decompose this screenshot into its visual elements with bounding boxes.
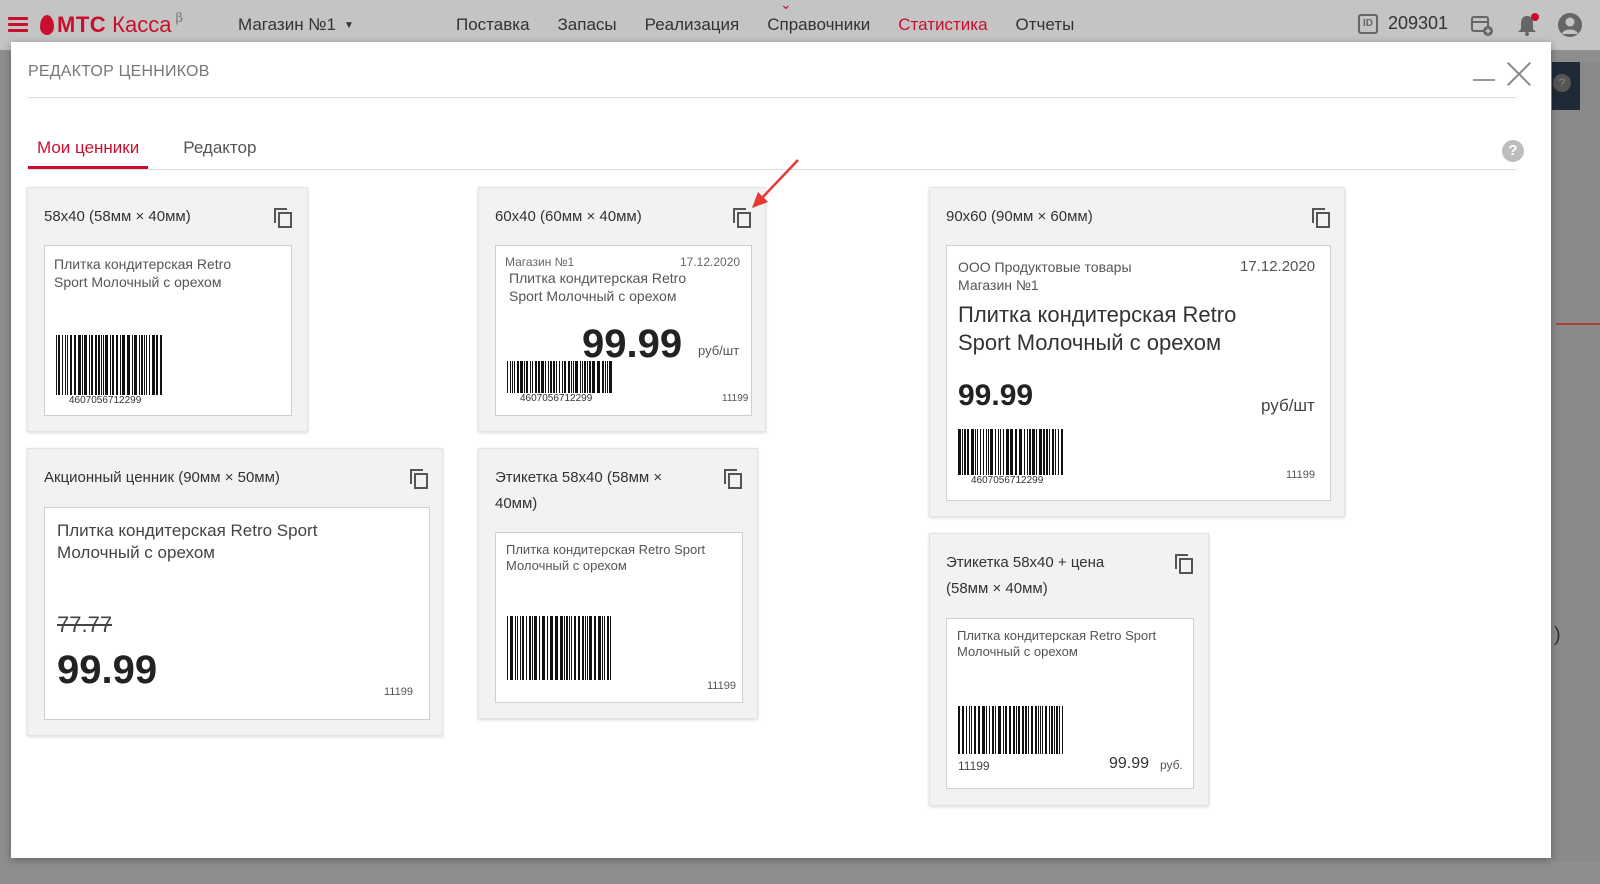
product-name: Плитка кондитерская Retro Sport Молочный … <box>54 256 232 290</box>
nav-item-spravochniki[interactable]: Справочники <box>767 15 870 35</box>
store-name: Магазин №1 <box>505 255 575 269</box>
nav-item-postavka[interactable]: Поставка <box>456 15 530 35</box>
background-fragment: ) <box>1554 624 1561 646</box>
store-selector-label: Магазин №1 <box>238 15 336 34</box>
product-name: Плитка кондитерская Retro Sport Молочный … <box>57 521 318 562</box>
template-card-60x40[interactable]: 60x40 (60мм × 40мм) Магазин №1 17.12.202… <box>478 187 766 432</box>
product-code: 11199 <box>384 686 413 698</box>
product-name: Плитка кондитерская Retro Sport Молочный … <box>509 270 687 304</box>
copy-icon[interactable] <box>724 469 742 489</box>
nav-item-otchety[interactable]: Отчеты <box>1016 15 1075 35</box>
template-card-58x40[interactable]: 58x40 (58мм × 40мм) Плитка кондитерская … <box>27 187 308 432</box>
beta-mark: β <box>175 11 183 26</box>
help-icon[interactable]: ? <box>1502 140 1524 162</box>
product-name: Плитка кондитерская Retro Sport Молочный … <box>957 628 1157 659</box>
price-tag-preview: Плитка кондитерская Retro Sport Молочный … <box>44 507 430 720</box>
account-number: 209301 <box>1388 13 1449 33</box>
background-divider <box>1556 323 1600 325</box>
barcode <box>507 616 611 680</box>
product-code: 11199 <box>707 680 736 692</box>
logo-brand: МТС <box>57 12 107 37</box>
title-divider <box>28 97 1516 98</box>
barcode-number: 4607056712299 <box>69 395 142 406</box>
notification-dot <box>1531 13 1539 21</box>
template-title: 58x40 (58мм × 40мм) <box>44 208 191 225</box>
copy-icon[interactable] <box>1175 554 1193 574</box>
organization-and-store: ООО Продуктовые товары Магазин №1 <box>958 259 1132 293</box>
price-tag-preview: ООО Продуктовые товары Магазин №1 17.12.2… <box>946 245 1331 501</box>
price: 99.99 <box>958 379 1034 412</box>
store-selector[interactable]: Магазин №1 ▼ <box>238 15 354 35</box>
price-tag-preview: Магазин №1 17.12.2020 Плитка кондитерска… <box>495 245 752 416</box>
annotation-arrow <box>752 159 799 208</box>
template-card-90x60[interactable]: 90x60 (90мм × 60мм) ООО Продуктовые това… <box>929 187 1345 517</box>
product-code: 11199 <box>1286 469 1315 481</box>
template-title: Этикетка 58x40 + цена (58мм × 40мм) <box>946 554 1105 597</box>
close-icon[interactable] <box>1505 60 1533 88</box>
logo[interactable]: МТС Касса β <box>40 11 183 38</box>
id-icon: ID <box>1358 13 1378 34</box>
modal-tabs: Мои ценники Редактор <box>28 128 291 169</box>
logo-product: Касса <box>112 12 172 37</box>
background-panel <box>1552 62 1600 862</box>
price: 99.99 <box>57 648 158 692</box>
template-card-label-58x40-price[interactable]: Этикетка 58x40 + цена (58мм × 40мм) Плитк… <box>929 533 1209 806</box>
main-nav: Поставка Запасы Реализация Справочники С… <box>456 15 1102 35</box>
product-name: Плитка кондитерская Retro Sport Молочный … <box>958 302 1237 355</box>
account-id[interactable]: ID 209301 <box>1358 13 1448 34</box>
template-title: Акционный ценник (90мм × 50мм) <box>44 469 280 486</box>
print-date: 17.12.2020 <box>680 255 741 269</box>
template-title: 90x60 (90мм × 60мм) <box>946 208 1093 225</box>
barcode <box>958 429 1063 475</box>
barcode <box>507 361 612 393</box>
barcode-number: 4607056712299 <box>971 475 1044 486</box>
template-title: 60x40 (60мм × 40мм) <box>495 208 642 225</box>
price-unit: руб/шт <box>1261 396 1315 415</box>
nav-item-realizaciya[interactable]: Реализация <box>645 15 740 35</box>
price-tag-preview: Плитка кондитерская Retro Sport Молочный … <box>44 245 292 416</box>
register-add-icon[interactable] <box>1470 13 1494 37</box>
nav-item-statistika[interactable]: Статистика <box>898 15 987 35</box>
template-card-promo-90x50[interactable]: Акционный ценник (90мм × 50мм) Плитка ко… <box>27 448 443 736</box>
minimize-icon[interactable] <box>1473 79 1495 81</box>
chevron-down-icon[interactable]: ⌄ <box>780 0 792 13</box>
mts-egg-icon <box>40 15 54 35</box>
nav-item-zapasy[interactable]: Запасы <box>558 15 617 35</box>
old-price: 77.77 <box>57 612 113 637</box>
copy-icon[interactable] <box>1312 208 1330 228</box>
barcode-number: 4607056712299 <box>520 393 593 404</box>
print-date: 17.12.2020 <box>1240 258 1316 275</box>
product-name: Плитка кондитерская Retro Sport Молочный … <box>506 542 706 573</box>
price-unit: руб/шт <box>698 343 740 358</box>
product-code: 11199 <box>958 759 990 773</box>
copy-icon[interactable] <box>274 208 292 228</box>
modal-title: РЕДАКТОР ЦЕННИКОВ <box>28 63 210 80</box>
price-currency: руб. <box>1160 758 1183 772</box>
copy-icon[interactable] <box>410 469 428 489</box>
bell-icon[interactable] <box>1515 13 1539 37</box>
background-help-icon: ? <box>1553 74 1571 92</box>
price-tag-preview: Плитка кондитерская Retro Sport Молочный … <box>946 618 1194 789</box>
menu-icon[interactable] <box>8 17 28 32</box>
tab-my-price-tags[interactable]: Мои ценники <box>28 128 149 169</box>
user-avatar-icon[interactable] <box>1558 13 1582 37</box>
template-title: Этикетка 58x40 (58мм × 40мм) <box>495 469 663 512</box>
barcode <box>958 706 1063 754</box>
product-code: 11199 <box>722 393 749 404</box>
price-tag-preview: Плитка кондитерская Retro Sport Молочный … <box>495 532 743 703</box>
caret-down-icon: ▼ <box>344 19 354 31</box>
template-card-label-58x40[interactable]: Этикетка 58x40 (58мм × 40мм) Плитка конди… <box>478 448 758 719</box>
price: 99.99 <box>1109 755 1150 772</box>
barcode <box>56 335 162 395</box>
tab-editor[interactable]: Редактор <box>174 128 265 169</box>
